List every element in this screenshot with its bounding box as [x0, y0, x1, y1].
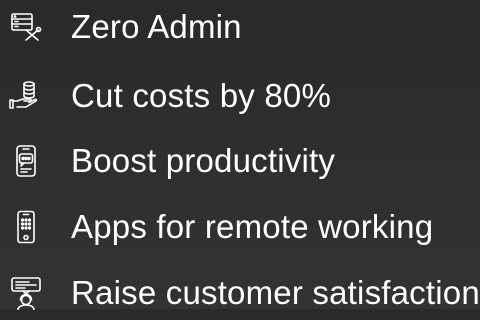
phone-chat-icon: [6, 141, 46, 181]
customer-support-icon: [6, 273, 46, 313]
feature-label: Raise customer satisfaction: [71, 274, 480, 311]
mobile-apps-icon: [6, 207, 46, 247]
server-tools-icon: [6, 7, 46, 47]
coins-hand-icon: [6, 76, 46, 116]
feature-item-remote-apps: Apps for remote working: [0, 200, 480, 254]
feature-item-customer-satisfaction: Raise customer satisfaction: [0, 266, 480, 320]
feature-label: Boost productivity: [71, 142, 336, 179]
feature-list: Zero Admin Cut costs by 80% Boost produc…: [0, 0, 480, 311]
feature-item-zero-admin: Zero Admin: [0, 0, 480, 54]
feature-label: Apps for remote working: [71, 208, 434, 245]
feature-label: Cut costs by 80%: [71, 77, 331, 114]
feature-label: Zero Admin: [71, 8, 242, 45]
feature-item-boost-productivity: Boost productivity: [0, 134, 480, 188]
feature-item-cut-costs: Cut costs by 80%: [0, 69, 480, 123]
